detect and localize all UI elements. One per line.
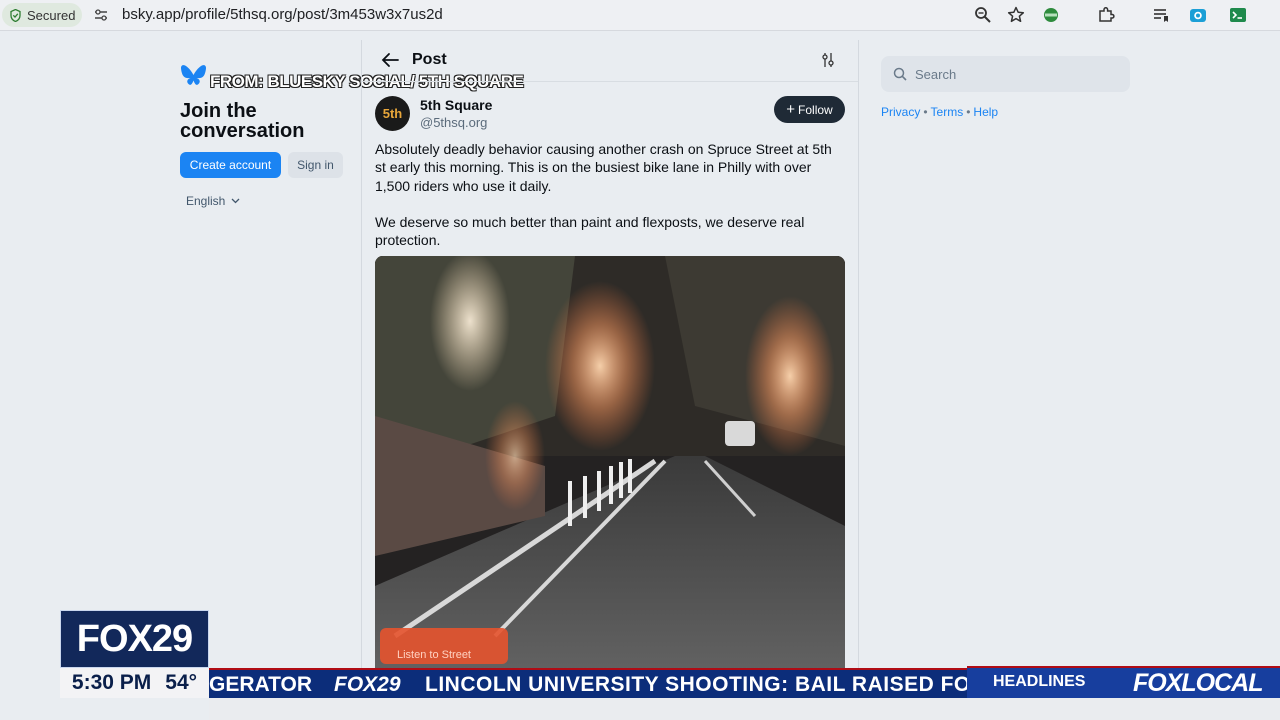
plus-icon: + — [786, 100, 796, 118]
terms-link[interactable]: Terms — [931, 105, 964, 119]
create-account-button[interactable]: Create account — [180, 152, 281, 178]
zoom-icon[interactable] — [974, 6, 992, 24]
bluesky-butterfly-icon[interactable] — [180, 64, 207, 88]
post-paragraph-2: We deserve so much better than paint and… — [375, 213, 805, 249]
browser-toolbar: Secured bsky.app/profile/5thsq.org/post/… — [0, 0, 1280, 31]
extension-green-icon[interactable] — [1042, 6, 1060, 24]
secured-label: Secured — [27, 7, 76, 23]
station-logo: FOX29 — [60, 610, 209, 668]
bookmark-star-icon[interactable] — [1007, 6, 1025, 24]
search-placeholder: Search — [915, 66, 957, 82]
time-temperature-box: 5:30 PM 54° — [60, 668, 209, 698]
headlines-label: HEADLINES — [993, 673, 1086, 690]
link-separator: • — [923, 105, 928, 119]
column-divider-left — [361, 40, 362, 720]
footer-links: Privacy • Terms • Help — [881, 105, 998, 119]
language-selector[interactable]: English — [186, 194, 240, 208]
header-divider — [362, 81, 858, 82]
temperature: 54° — [165, 671, 198, 694]
video-caption: Listen to Street — [397, 649, 471, 661]
terminal-extension-icon[interactable] — [1229, 6, 1247, 24]
camera-extension-icon[interactable] — [1189, 6, 1207, 24]
tv-source-overlay: FROM: BLUESKY SOCIAL/ 5TH SQUARE — [210, 72, 524, 91]
privacy-link[interactable]: Privacy — [881, 105, 920, 119]
back-arrow-icon[interactable] — [381, 52, 399, 68]
link-separator: • — [966, 105, 971, 119]
follow-button[interactable]: + Follow — [774, 96, 845, 123]
video-frame-street-scene: Listen to Street — [375, 256, 845, 720]
address-bar[interactable]: bsky.app/profile/5thsq.org/post/3m453w3x… — [122, 6, 443, 23]
thread-settings-icon[interactable] — [820, 52, 836, 68]
search-input[interactable]: Search — [881, 56, 1130, 92]
chevron-down-icon — [231, 198, 240, 204]
site-settings-icon[interactable] — [94, 8, 108, 22]
bottom-strip — [209, 698, 1280, 720]
extensions-puzzle-icon[interactable] — [1097, 6, 1115, 24]
follow-label: Follow — [798, 102, 833, 117]
search-icon — [893, 67, 907, 81]
shield-icon — [10, 8, 21, 22]
join-conversation-heading: Join the conversation — [180, 100, 305, 142]
avatar[interactable]: 5th — [375, 96, 410, 131]
ticker-previous-text: GERATOR — [209, 673, 313, 696]
page-title: Post — [412, 51, 447, 68]
video-embed[interactable]: Listen to Street — [375, 256, 845, 720]
broadcast-time: 5:30 PM — [71, 671, 152, 694]
post-body: Absolutely deadly behavior causing anoth… — [375, 140, 845, 267]
column-divider-right — [858, 40, 859, 720]
author-name[interactable]: 5th Square — [420, 97, 492, 113]
sign-in-button[interactable]: Sign in — [288, 152, 343, 178]
fox-local-logo: FOXLOCAL — [1133, 669, 1263, 697]
author-handle[interactable]: @5thsq.org — [420, 115, 487, 130]
language-label: English — [186, 194, 226, 208]
ticker-logo: FOX29 — [334, 673, 401, 696]
site-security-chip[interactable]: Secured — [2, 3, 82, 27]
ticker-headline: LINCOLN UNIVERSITY SHOOTING: BAIL RAISED… — [425, 673, 967, 696]
reading-list-icon[interactable] — [1152, 6, 1170, 24]
post-paragraph-1: Absolutely deadly behavior causing anoth… — [375, 141, 832, 194]
help-link[interactable]: Help — [973, 105, 998, 119]
